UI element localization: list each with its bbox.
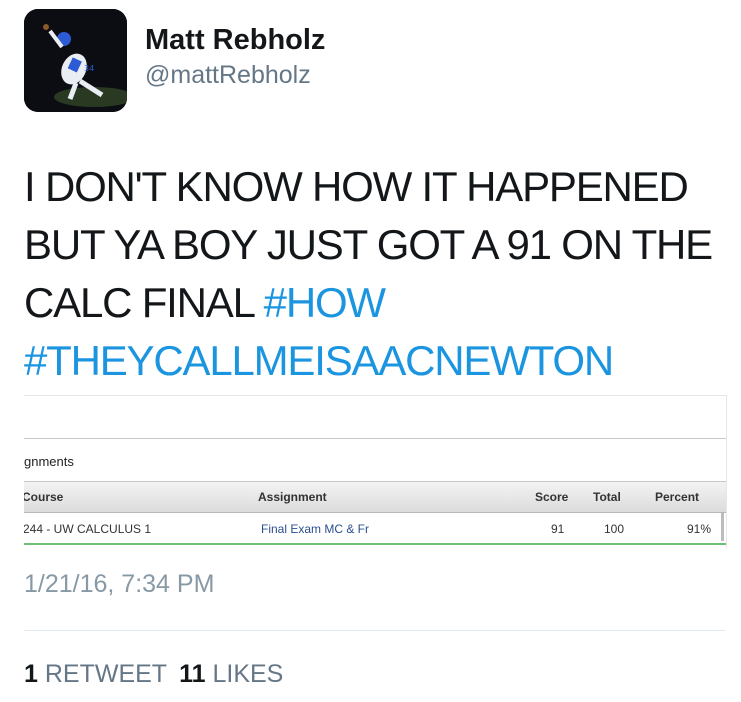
avatar[interactable]: 34 [24,9,127,112]
user-display-name[interactable]: Matt Rebholz [145,24,325,57]
cell-score: 91 [551,522,565,536]
user-handle[interactable]: @mattRebholz [145,61,311,90]
cell-course: 244 - UW CALCULUS 1 [24,522,152,536]
football-player-photo: 34 [24,9,127,112]
likes-stat[interactable]: 11 LIKES [179,660,283,688]
column-header-course: Course [24,490,64,504]
cell-percent: 91% [687,522,712,536]
column-header-percent: Percent [655,490,700,504]
attached-screenshot[interactable]: gnments Course Assignment Score Total Pe… [24,395,727,548]
svg-text:34: 34 [84,64,94,73]
table-header: Course Assignment Score Total Percent [24,481,726,513]
tweet-text-line: #THEYCALLMEISAACNEWTON [24,332,724,390]
column-header-score: Score [535,490,569,504]
tweet-timestamp[interactable]: 1/21/16, 7:34 PM [24,570,214,599]
likes-label: LIKES [212,660,284,688]
cell-assignment: Final Exam MC & Fr [261,522,370,536]
column-header-assignment: Assignment [258,490,327,504]
hashtag-link[interactable]: #THEYCALLMEISAACNEWTON [24,337,614,384]
retweets-label: RETWEET [44,660,168,688]
tweet-text-fragment: CALC FINAL [24,279,264,326]
likes-count: 11 [179,660,206,688]
retweets-count: 1 [24,660,38,688]
column-header-total: Total [593,490,621,504]
tweet-text-line: CALC FINAL #HOW [24,274,724,332]
tweet-text: I DON'T KNOW HOW IT HAPPENED BUT YA BOY … [24,158,724,390]
tweet-stats: 1 RETWEET 11 LIKES [24,660,283,689]
tweet-text-line: BUT YA BOY JUST GOT A 91 ON THE [24,221,713,268]
retweets-stat[interactable]: 1 RETWEET [24,660,167,688]
divider [24,630,725,631]
tweet-text-line: I DON'T KNOW HOW IT HAPPENED [24,163,689,210]
hashtag-link[interactable]: #HOW [264,279,386,326]
cell-total: 100 [604,522,625,536]
divider [24,438,726,439]
section-title: gnments [24,454,74,469]
table-row: 244 - UW CALCULUS 1 Final Exam MC & Fr 9… [24,513,726,545]
